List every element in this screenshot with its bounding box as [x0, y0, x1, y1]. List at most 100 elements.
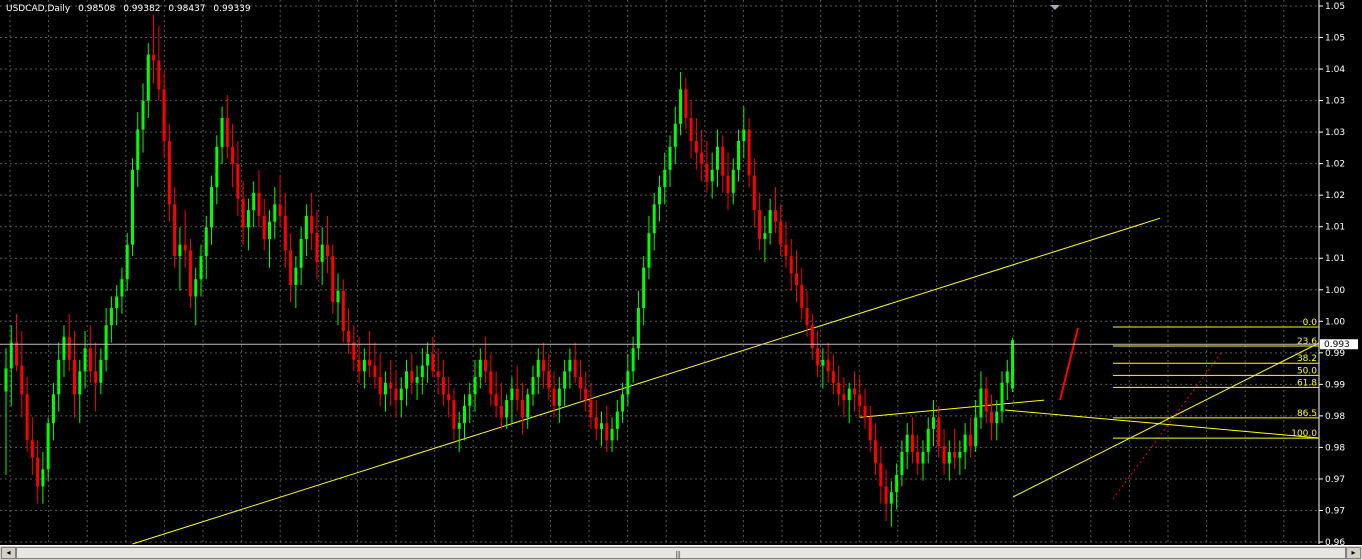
candle — [852, 371, 856, 412]
candle-body — [858, 394, 862, 406]
candle-body — [726, 175, 730, 193]
candle — [262, 198, 266, 251]
open-value: 0.98508 — [78, 4, 116, 14]
candle — [57, 342, 61, 412]
candle-body — [652, 204, 656, 234]
candle-body — [689, 118, 693, 142]
candle — [104, 307, 108, 372]
candle — [642, 256, 646, 326]
candle — [979, 371, 983, 429]
candle — [721, 135, 725, 193]
candle-body — [62, 336, 66, 360]
candle — [747, 118, 751, 188]
candle — [578, 359, 582, 401]
candle — [457, 411, 461, 452]
fib-level-label: 23.6 — [1297, 337, 1317, 347]
candle — [252, 181, 256, 228]
candle-body — [25, 394, 29, 441]
candle — [310, 192, 314, 251]
candle-body — [130, 169, 134, 245]
candle-body — [278, 204, 282, 216]
candle-body — [810, 325, 814, 349]
fib-level-label: 0.0 — [1303, 318, 1318, 328]
candle-body — [152, 54, 156, 61]
candle — [478, 348, 482, 389]
candle-body — [415, 377, 419, 383]
candle — [325, 215, 329, 274]
candle-body — [183, 244, 187, 251]
candle-body — [874, 440, 878, 464]
candle — [499, 382, 503, 429]
candle-body — [426, 354, 430, 366]
candle-body — [462, 405, 466, 424]
candle — [868, 405, 872, 452]
candle-body — [204, 227, 208, 257]
price-chart[interactable]: 1.05 1.05 1.04 1.03 1.03 1.02 1.02 1.01 1.01 1.00… — [0, 0, 1362, 545]
candle — [283, 192, 287, 268]
candle — [879, 446, 883, 504]
candle-body — [631, 348, 635, 372]
candle — [742, 106, 746, 159]
candle — [399, 377, 403, 418]
chart-window[interactable]: 1.05 1.05 1.04 1.03 1.03 1.02 1.02 1.01 1.01 1.00… — [0, 0, 1362, 560]
candle-body — [900, 451, 904, 475]
scroll-thumb[interactable]: ||| — [16, 547, 1346, 559]
candle — [141, 83, 145, 153]
candle-body — [795, 273, 798, 285]
candle-body — [478, 359, 482, 378]
candle-body — [141, 100, 145, 130]
candle-body — [816, 348, 820, 366]
candle-body — [721, 146, 725, 176]
candle-body — [146, 54, 150, 101]
fibonacci-retracement: 0.0 23.6 38.2 50.0 61.8 86.5 100.0 — [1113, 318, 1319, 439]
candle — [341, 279, 345, 343]
candle-body — [494, 394, 498, 406]
candle — [874, 423, 878, 475]
candle-body — [621, 394, 625, 412]
candle — [378, 354, 382, 406]
horizontal-scrollbar[interactable]: ◂ ||| ▸ — [0, 545, 1362, 560]
candle-body — [210, 187, 214, 228]
candle — [995, 400, 999, 441]
candle — [958, 440, 962, 475]
candle-body — [710, 169, 714, 182]
candle — [289, 233, 293, 303]
trendlines — [132, 217, 1320, 545]
candle — [204, 215, 208, 280]
candle — [953, 428, 957, 470]
candle-body — [20, 365, 24, 395]
candle-body — [968, 434, 972, 447]
candle-body — [510, 388, 514, 401]
candle — [188, 238, 192, 308]
candle-body — [932, 417, 936, 429]
candle — [968, 417, 972, 458]
candle-body — [452, 400, 456, 429]
candle-body — [436, 371, 440, 378]
candle-body — [868, 417, 872, 441]
candle — [447, 377, 451, 418]
symbol-label: USDCAD,Daily — [6, 4, 71, 14]
candle — [484, 336, 488, 383]
candle-body — [557, 388, 561, 406]
candle-body — [167, 141, 171, 205]
candle — [631, 336, 635, 383]
candle — [357, 336, 361, 383]
candle — [731, 158, 735, 205]
candle — [763, 215, 767, 262]
scroll-left-icon[interactable]: ◂ — [1, 547, 16, 559]
candle-body — [362, 359, 366, 372]
candle-body — [895, 474, 899, 493]
candle — [130, 158, 134, 257]
candle — [268, 210, 271, 268]
candle — [515, 365, 519, 412]
scroll-right-icon[interactable]: ▸ — [1346, 547, 1361, 559]
candle-body — [336, 290, 340, 303]
tick-label: 0.98 — [1325, 443, 1345, 453]
candle-body — [115, 296, 119, 308]
candle-body — [863, 405, 867, 418]
candle — [152, 14, 156, 84]
candle — [974, 400, 978, 452]
candle — [452, 388, 456, 441]
candle-body — [78, 371, 82, 395]
candle — [299, 227, 303, 285]
